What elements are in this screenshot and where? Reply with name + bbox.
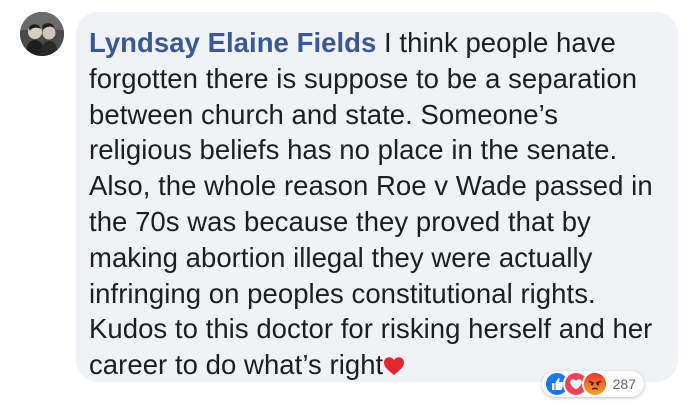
comment-line: infringing on peoples constitutional rig… <box>89 277 596 309</box>
avatar-photo <box>20 12 64 56</box>
reaction-summary[interactable]: 287 <box>541 371 644 397</box>
comment-line: religious beliefs has no place in the se… <box>89 134 618 166</box>
comment-text: Lyndsay Elaine Fields I think people hav… <box>89 25 662 383</box>
reaction-count: 287 <box>612 376 636 392</box>
comment-line: Also, the whole reason Roe v Wade passed… <box>89 170 653 202</box>
comment-line: between church and state. Someone’s <box>89 98 559 130</box>
avatar[interactable] <box>20 12 64 56</box>
heart-icon <box>383 349 405 376</box>
comment-line: the 70s was because they proved that by <box>89 205 591 237</box>
comment-line: making abortion illegal they were actual… <box>89 241 593 273</box>
comment-bubble: Lyndsay Elaine Fields I think people hav… <box>76 12 678 382</box>
comment-line: career to do what’s right <box>89 349 384 381</box>
comment-line: Kudos to this doctor for risking herself… <box>89 313 653 345</box>
angry-icon <box>581 371 608 397</box>
comment-line: I think people have <box>376 27 616 58</box>
comment-line: forgotten there is suppose to be a separ… <box>89 62 638 94</box>
comment-author-link[interactable]: Lyndsay Elaine Fields <box>89 27 376 58</box>
